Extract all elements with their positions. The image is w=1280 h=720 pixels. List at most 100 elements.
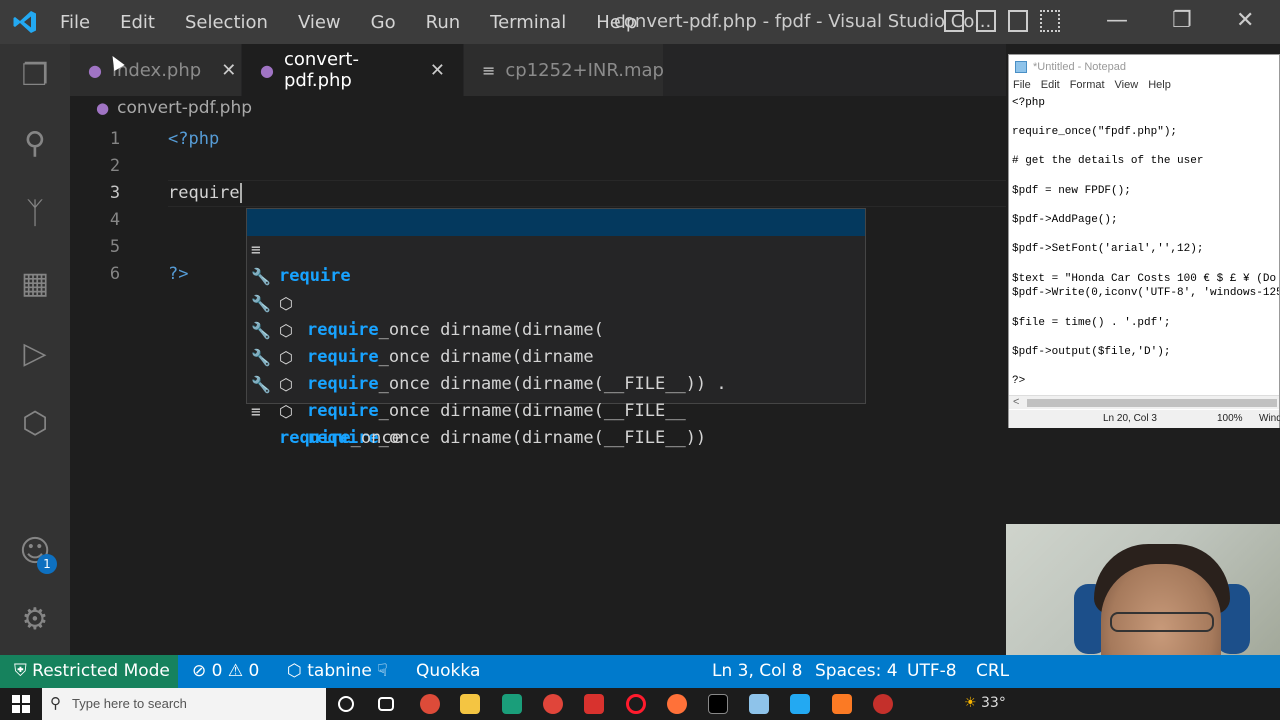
notepad-line: require_once("fpdf.php"); [1012,126,1178,138]
tabnine-indicator[interactable]: ⬡ tabnine ☟ [287,655,388,688]
suggestion-item[interactable]: 🔧 ⬡ require_once dirname(dirname(__FILE_… [247,344,865,448]
notepad-taskbar-icon[interactable] [749,694,769,714]
menu-edit[interactable]: Edit [120,12,155,33]
menu-selection[interactable]: Selection [185,12,268,33]
notepad-horizontal-scrollbar[interactable]: < [1009,395,1279,409]
breadcrumb-file[interactable]: convert-pdf.php [117,98,252,118]
shield-icon: ⛨ [14,661,27,681]
app-icon[interactable] [502,694,522,714]
close-tab-icon[interactable]: ✕ [221,60,236,81]
suggestion-item[interactable]: 🔧 ⬡ require_once dirname(dirname [247,263,865,367]
notepad-menu-edit[interactable]: Edit [1041,79,1060,97]
notepad-line: $pdf->AddPage(); [1012,214,1118,226]
toggle-sidebar-icon[interactable] [944,10,964,32]
php-elephant-icon: ● [88,60,102,80]
notepad-menu-view[interactable]: View [1115,79,1139,97]
suggestion-item[interactable]: 🔧 ⬡ require_once dirname(dirname(__FILE_… [247,317,865,421]
notepad-menu-help[interactable]: Help [1148,79,1171,97]
scroll-left-arrow[interactable]: < [1013,396,1019,408]
source-control-icon[interactable]: ᛉ [15,194,55,234]
code-line: 2 [70,153,1006,180]
menu-file[interactable]: File [60,12,90,33]
xampp-icon[interactable] [832,694,852,714]
eol-setting[interactable]: CRL [976,655,1009,688]
menu-terminal[interactable]: Terminal [490,12,566,33]
tab-index-php[interactable]: ● index.php ✕ [70,44,242,96]
minimize-icon[interactable]: — [1106,8,1128,33]
menu-go[interactable]: Go [371,12,396,33]
restore-icon[interactable]: ❐ [1172,8,1192,33]
code-line: 3 require [70,180,1006,207]
settings-gear-icon[interactable]: ⚙ [15,600,55,640]
code-text: require [168,180,242,207]
title-bar: File Edit Selection View Go Run Terminal… [0,0,1280,44]
firefox-icon[interactable] [667,694,687,714]
notepad-window[interactable]: *Untitled - Notepad File Edit Format Vie… [1008,54,1280,428]
run-debug-icon[interactable]: ▷ [15,334,55,374]
suggestion-item[interactable]: ≡ require_once [247,371,865,448]
menu-view[interactable]: View [298,12,341,33]
close-tab-icon[interactable]: ✕ [430,60,445,81]
encoding-setting[interactable]: UTF-8 [907,655,957,688]
close-window-icon[interactable]: ✕ [1236,8,1254,33]
search-icon[interactable]: ⚲ [15,124,55,164]
line-number: 3 [109,183,121,203]
tab-convert-pdf-php[interactable]: ● convert-pdf.php ✕ [242,44,464,96]
chrome-icon[interactable] [420,694,440,714]
scroll-thumb[interactable] [1027,399,1277,407]
remote-explorer-icon[interactable]: ⬡ [15,404,55,444]
line-number: 4 [109,210,121,230]
notepad-menu-format[interactable]: Format [1070,79,1105,97]
file-explorer-icon[interactable] [460,694,480,714]
quokka-indicator[interactable]: Quokka [416,655,480,688]
app-red-icon[interactable] [543,694,563,714]
line-number: 5 [109,237,121,257]
vscode-taskbar-icon[interactable] [790,694,810,714]
problems-indicator[interactable]: ⊘ 0 ⚠ 0 [192,655,259,688]
suggestion-item[interactable]: 🔧 ⬡ require_once dirname(dirname( [247,236,865,340]
error-icon: ⊘ [192,661,207,681]
pointing-hand-icon: ☟ [377,661,388,681]
toggle-panel-icon[interactable] [976,10,996,32]
menu-run[interactable]: Run [426,12,461,33]
suggestion-rest: _once dirname(dirname(__FILE__ [378,401,686,421]
app-record-icon[interactable] [873,694,893,714]
tab-cp1252-inr-map[interactable]: ≡ cp1252+INR.map [464,44,664,96]
cortana-icon[interactable] [338,696,354,712]
notepad-line: <?php [1012,97,1046,109]
line-number: 1 [109,129,121,149]
notepad-title-bar: *Untitled - Notepad [1009,55,1279,79]
notepad-text-area[interactable]: <?php require_once("fpdf.php"); # get th… [1009,97,1279,395]
extensions-icon[interactable]: ▦ [15,264,55,304]
menu-bar: File Edit Selection View Go Run Terminal… [60,0,667,44]
account-badge: 1 [37,554,57,574]
restricted-mode-label: Restricted Mode [32,661,170,681]
notepad-line: $text = "Honda Car Costs 100 € $ £ ¥ (Do [1012,273,1277,285]
tab-label: convert-pdf.php [283,49,359,91]
notepad-status-bar: Ln 20, Col 3 100% Wind [1009,410,1280,428]
weather-widget[interactable]: ☀ 33° [964,695,1006,711]
indentation-setting[interactable]: Spaces: 4 [815,655,898,688]
php-elephant-icon: ● [260,60,274,80]
restricted-mode-indicator[interactable]: ⛨ Restricted Mode [0,655,178,688]
windows-start-icon[interactable] [12,695,30,713]
suggestion-rest: _once [350,428,402,448]
notepad-title: *Untitled - Notepad [1033,61,1126,73]
cursor-position[interactable]: Ln 3, Col 8 [712,655,803,688]
customize-layout-icon[interactable] [1040,10,1060,32]
explorer-icon[interactable]: ❐ [15,56,55,96]
toggle-secondary-sidebar-icon[interactable] [1008,10,1028,32]
glasses [1110,612,1214,632]
line-number: 2 [109,156,121,176]
opera-icon[interactable] [626,694,646,714]
breadcrumb[interactable]: ● convert-pdf.php [96,98,252,118]
task-view-icon[interactable] [378,697,394,711]
weather-sun-icon: ☀ [964,695,977,711]
vivaldi-icon[interactable] [584,694,604,714]
search-icon: ⚲ [50,695,61,712]
suggestion-item[interactable]: 🔧 ⬡ require_once dirname(dirname(__FILE_… [247,290,865,394]
terminal-icon[interactable] [708,694,728,714]
taskbar-search-box[interactable]: ⚲ Type here to search [42,688,326,720]
suggestion-item[interactable]: ≡ require [247,209,865,286]
notepad-menu-file[interactable]: File [1013,79,1031,97]
